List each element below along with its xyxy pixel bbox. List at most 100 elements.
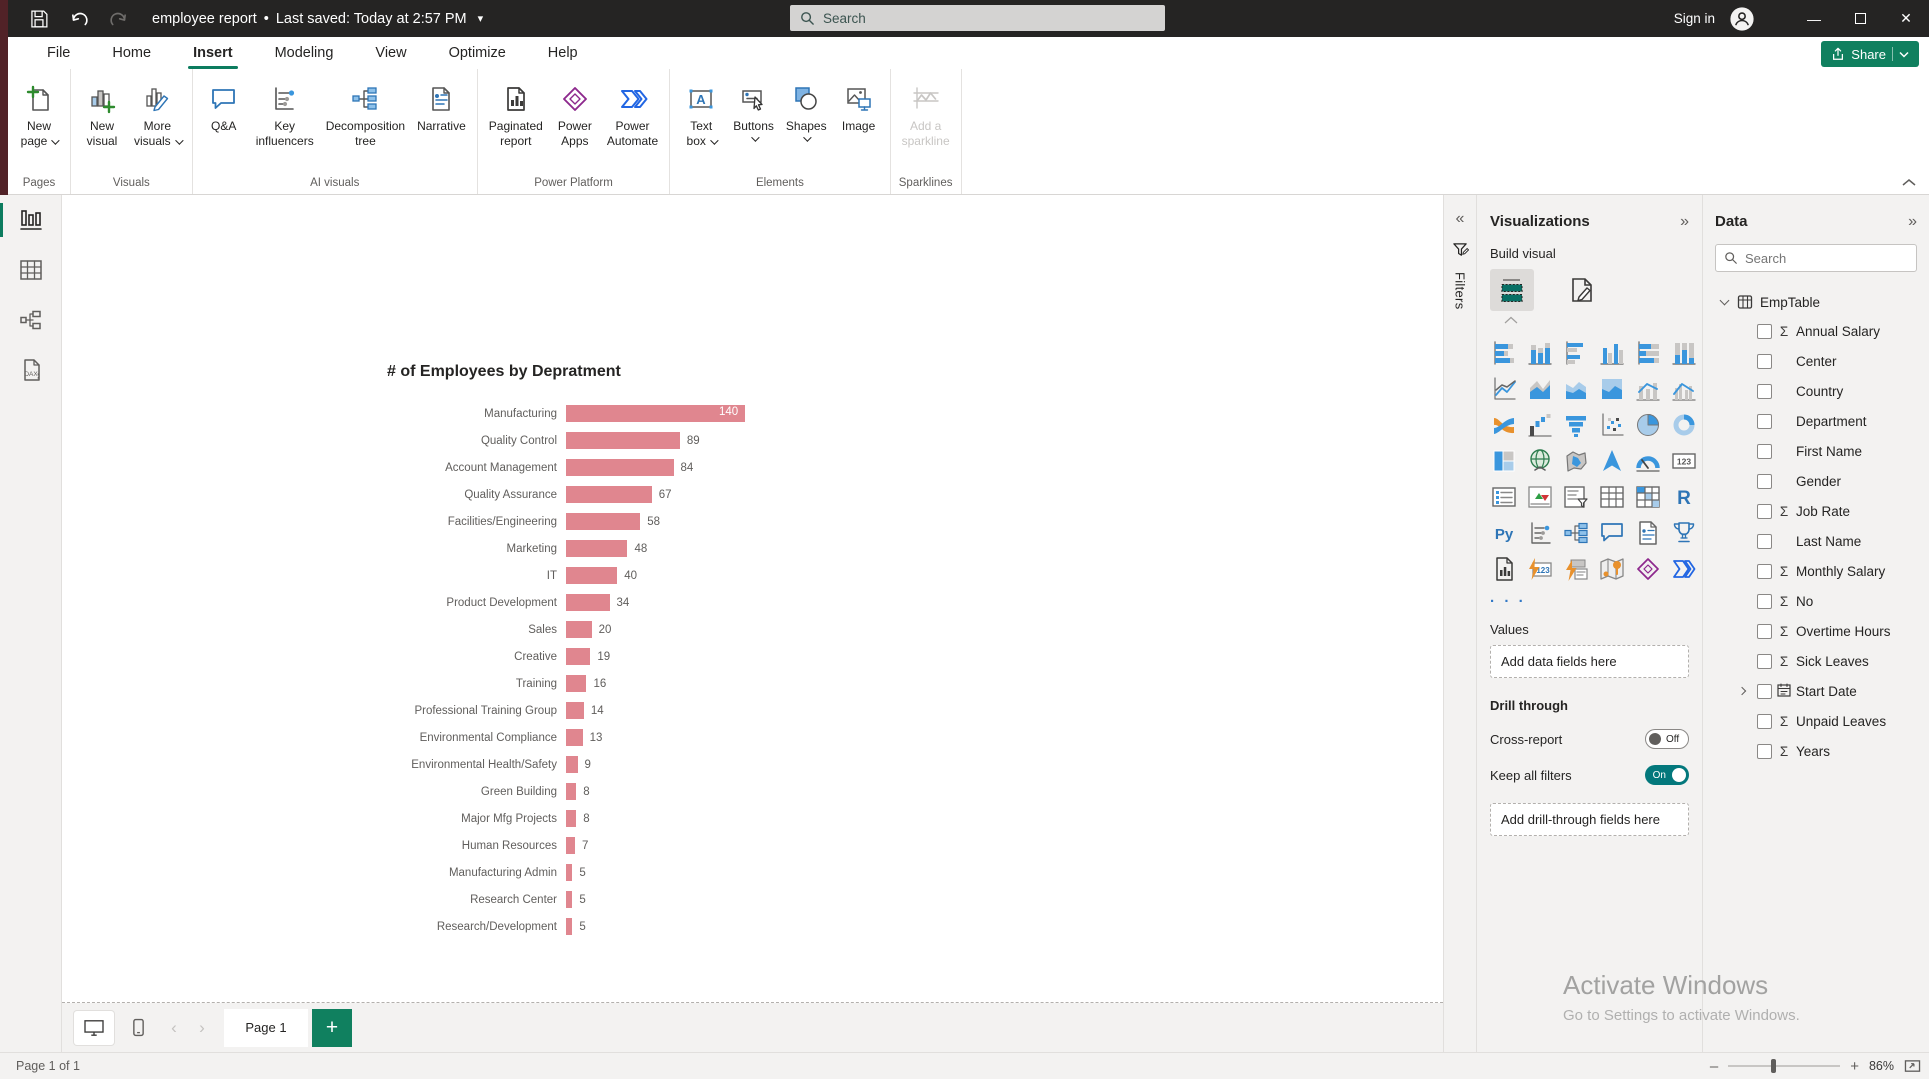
zoom-in-button[interactable]: + — [1850, 1058, 1859, 1075]
bar-chart-visual[interactable]: # of Employees by Depratment Manufacturi… — [340, 363, 746, 940]
field-country[interactable]: Country — [1715, 376, 1917, 406]
100-stacked-area-chart-icon[interactable] — [1598, 375, 1626, 403]
dropdown-chevron-icon[interactable] — [750, 133, 760, 142]
dropdown-chevron-icon[interactable] — [803, 133, 812, 142]
field-no[interactable]: Σ No — [1715, 586, 1917, 616]
bar[interactable] — [566, 621, 592, 638]
waterfall-chart-icon[interactable] — [1526, 411, 1554, 439]
text-box-button[interactable]: A Text box — [676, 79, 726, 149]
metrics-icon[interactable] — [1670, 519, 1698, 547]
sidebar-report-view-button[interactable] — [0, 195, 62, 245]
field-checkbox[interactable] — [1757, 443, 1772, 459]
close-button[interactable]: ✕ — [1883, 0, 1929, 37]
tab-file[interactable]: File — [26, 37, 91, 69]
tab-optimize[interactable]: Optimize — [428, 37, 527, 69]
bar[interactable] — [566, 432, 680, 449]
share-chevron-icon[interactable] — [1899, 51, 1909, 58]
save-button[interactable] — [22, 4, 56, 34]
field-checkbox[interactable] — [1757, 323, 1772, 339]
line-chart-icon[interactable] — [1490, 375, 1518, 403]
100-stacked-column-chart-icon[interactable] — [1670, 339, 1698, 367]
qa-button[interactable]: Q&A — [199, 79, 249, 134]
previous-page-arrow[interactable]: ‹ — [162, 1011, 186, 1045]
report-canvas[interactable]: # of Employees by Depratment Manufacturi… — [62, 195, 1443, 1003]
bar[interactable] — [566, 756, 578, 773]
desktop-layout-button[interactable] — [74, 1010, 114, 1045]
bar[interactable] — [566, 864, 573, 881]
bar[interactable]: 140 — [566, 405, 746, 422]
image-button[interactable]: Image — [834, 79, 884, 134]
account-avatar-icon[interactable] — [1729, 6, 1755, 32]
cross-report-toggle[interactable]: Off — [1645, 729, 1689, 749]
slicer-icon[interactable] — [1562, 483, 1590, 511]
bar[interactable] — [566, 837, 575, 854]
area-chart-icon[interactable] — [1526, 375, 1554, 403]
expand-filters-icon[interactable]: « — [1456, 211, 1465, 227]
field-monthly-salary[interactable]: Σ Monthly Salary — [1715, 556, 1917, 586]
global-search[interactable] — [790, 5, 1165, 31]
stacked-column-chart-icon[interactable] — [1526, 339, 1554, 367]
collapse-table-chevron-icon[interactable] — [1719, 295, 1730, 306]
new-visual-button[interactable]: New visual — [77, 79, 127, 149]
minimize-button[interactable]: — — [1791, 0, 1837, 37]
narrative-button[interactable]: Narrative — [412, 79, 471, 134]
field-checkbox[interactable] — [1757, 683, 1772, 699]
field-checkbox[interactable] — [1757, 653, 1772, 669]
key-influencers-button[interactable]: Key influencers — [251, 79, 319, 149]
field-job-rate[interactable]: Σ Job Rate — [1715, 496, 1917, 526]
search-input[interactable] — [823, 10, 1123, 26]
line-and-clustered-column-chart-icon[interactable] — [1670, 375, 1698, 403]
card-icon[interactable]: 123 — [1670, 447, 1698, 475]
maximize-button[interactable] — [1837, 0, 1883, 37]
buttons-button[interactable]: Buttons — [728, 79, 779, 142]
field-annual-salary[interactable]: Σ Annual Salary — [1715, 316, 1917, 346]
scatter-chart-icon[interactable] — [1598, 411, 1626, 439]
r-script-visual-icon[interactable]: R — [1670, 483, 1698, 511]
map-icon[interactable] — [1526, 447, 1554, 475]
field-checkbox[interactable] — [1757, 743, 1772, 759]
expand-field-chevron-icon[interactable] — [1737, 686, 1747, 696]
collapse-visualizations-icon[interactable]: » — [1680, 213, 1689, 230]
zoom-slider[interactable] — [1728, 1059, 1841, 1073]
fit-to-page-icon[interactable] — [1904, 1059, 1921, 1074]
tab-help[interactable]: Help — [527, 37, 599, 69]
filters-pane-label[interactable]: Filters — [1453, 272, 1468, 310]
100-stacked-bar-chart-icon[interactable] — [1634, 339, 1662, 367]
shapes-button[interactable]: Shapes — [781, 79, 832, 142]
clustered-bar-chart-icon[interactable] — [1562, 339, 1590, 367]
redo-button[interactable] — [102, 4, 136, 34]
bar[interactable] — [566, 783, 577, 800]
tab-insert[interactable]: Insert — [172, 37, 254, 69]
table-icon[interactable] — [1598, 483, 1626, 511]
build-visual-mode-button[interactable] — [1490, 269, 1534, 311]
data-search-input[interactable] — [1745, 250, 1895, 266]
field-center[interactable]: Center — [1715, 346, 1917, 376]
treemap-icon[interactable] — [1490, 447, 1518, 475]
field-checkbox[interactable] — [1757, 593, 1772, 609]
stacked-bar-chart-icon[interactable] — [1490, 339, 1518, 367]
field-start-date[interactable]: Start Date — [1715, 676, 1917, 706]
clustered-column-chart-icon[interactable] — [1598, 339, 1626, 367]
field-unpaid-leaves[interactable]: Σ Unpaid Leaves — [1715, 706, 1917, 736]
gauge-icon[interactable] — [1634, 447, 1662, 475]
next-page-arrow[interactable]: › — [190, 1011, 214, 1045]
sidebar-dax-query-view-button[interactable]: DAX — [0, 345, 62, 395]
line-and-stacked-column-chart-icon[interactable] — [1634, 375, 1662, 403]
arcgis-map-icon[interactable] — [1598, 555, 1626, 583]
field-checkbox[interactable] — [1757, 533, 1772, 549]
decomposition-tree-visual-icon[interactable] — [1562, 519, 1590, 547]
field-checkbox[interactable] — [1757, 473, 1772, 489]
field-checkbox[interactable] — [1757, 623, 1772, 639]
dropdown-chevron-icon[interactable] — [174, 136, 184, 145]
format-visual-mode-button[interactable] — [1560, 269, 1604, 311]
bar[interactable] — [566, 702, 584, 719]
paginated-report-button[interactable]: Paginated report — [484, 79, 548, 149]
field-checkbox[interactable] — [1757, 353, 1772, 369]
dropdown-chevron-icon[interactable] — [710, 136, 719, 145]
bar[interactable] — [566, 540, 628, 557]
document-title[interactable]: employee report • Last saved: Today at 2… — [152, 11, 483, 27]
drill-through-field-well[interactable]: Add drill-through fields here — [1490, 803, 1689, 836]
tab-modeling[interactable]: Modeling — [254, 37, 355, 69]
bar[interactable] — [566, 810, 577, 827]
bar[interactable] — [566, 729, 583, 746]
